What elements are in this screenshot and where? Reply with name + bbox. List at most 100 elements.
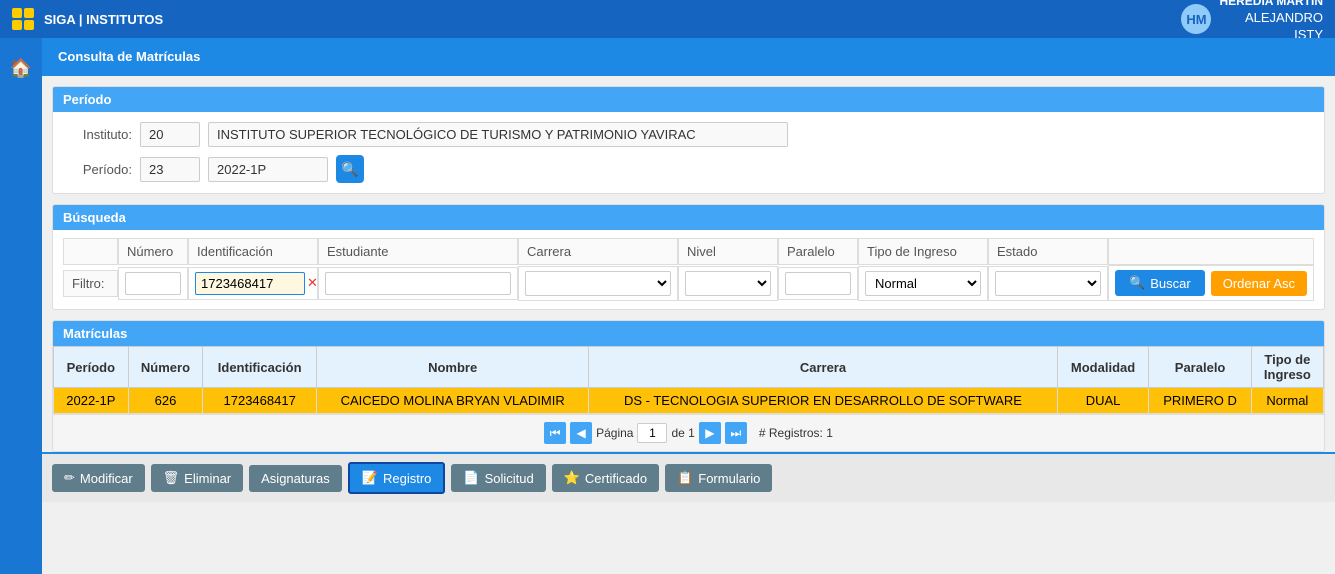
filter-col-actions: [1108, 238, 1314, 265]
mat-col-modalidad: Modalidad: [1057, 347, 1149, 388]
doc-icon: 📄: [463, 470, 479, 486]
table-cell: 2022-1P: [54, 388, 129, 414]
filter-header-row: Número Identificación Estudiante Carrera…: [63, 238, 1314, 265]
filter-estado-select[interactable]: [995, 271, 1101, 296]
filter-col-estudiante: Estudiante: [318, 238, 518, 265]
table-row[interactable]: 2022-1P6261723468417CAICEDO MOLINA BRYAN…: [54, 388, 1324, 414]
modificar-button[interactable]: ✏ Modificar: [52, 464, 145, 492]
sidebar: 🏠: [0, 38, 42, 574]
mat-col-nombre: Nombre: [317, 347, 589, 388]
filter-nivel-select[interactable]: [685, 271, 771, 296]
app-title-area: SIGA | INSTITUTOS: [12, 8, 163, 30]
filter-col-paralelo: Paralelo: [778, 238, 858, 265]
mat-col-tipo-ingreso: Tipo deIngreso: [1251, 347, 1323, 388]
pag-of-label: de 1: [671, 426, 694, 440]
filter-numero-input[interactable]: [125, 272, 181, 295]
user-name: HEREDIA MARTIN: [1219, 0, 1323, 10]
filter-col-nivel: Nivel: [678, 238, 778, 265]
mat-col-carrera: Carrera: [589, 347, 1057, 388]
filter-col-carrera: Carrera: [518, 238, 678, 265]
user-subtitle: ALEJANDRO: [1219, 10, 1323, 27]
identificacion-wrapper: ✕: [195, 272, 318, 295]
certificado-button[interactable]: ⭐ Certificado: [552, 464, 659, 492]
filter-col-tipoing: Tipo de Ingreso: [858, 238, 988, 265]
filter-estado-cell: [988, 266, 1108, 301]
eliminar-button[interactable]: 🗑 Eliminar: [151, 464, 243, 492]
formulario-button[interactable]: 📋 Formulario: [665, 464, 772, 492]
table-cell: 626: [128, 388, 203, 414]
periodo-label: Período:: [67, 162, 132, 177]
instituto-label: Instituto:: [67, 127, 132, 142]
search-icon: 🔍: [1129, 275, 1145, 291]
pag-registros-label: # Registros: 1: [759, 426, 833, 440]
instituto-name: INSTITUTO SUPERIOR TECNOLÓGICO DE TURISM…: [208, 122, 788, 147]
matriculas-section-header: Matrículas: [53, 321, 1324, 346]
mat-table-header-row: Período Número Identificación Nombre Car…: [54, 347, 1324, 388]
pag-last-button[interactable]: ⏭: [725, 422, 747, 444]
form-icon: 📋: [677, 470, 693, 486]
filter-tipoing-select[interactable]: Normal -- Todos --: [865, 271, 981, 296]
filter-tipoing-cell: Normal -- Todos --: [858, 266, 988, 301]
trash-icon: 🗑: [163, 470, 180, 486]
asignaturas-button[interactable]: Asignaturas: [249, 465, 342, 492]
mat-col-paralelo: Paralelo: [1149, 347, 1251, 388]
periodo-value: 2022-1P: [208, 157, 328, 182]
filter-input-row: Filtro: ✕: [63, 265, 1314, 301]
filter-paralelo-input[interactable]: [785, 272, 851, 295]
mat-table-body: 2022-1P6261723468417CAICEDO MOLINA BRYAN…: [54, 388, 1324, 414]
pag-first-button[interactable]: ⏮: [544, 422, 566, 444]
mat-col-periodo: Período: [54, 347, 129, 388]
pag-prev-button[interactable]: ◀: [570, 422, 592, 444]
busqueda-section: Búsqueda Número Identificación Estudiant…: [52, 204, 1325, 310]
page-title: Consulta de Matrículas: [42, 38, 1335, 76]
table-cell: 1723468417: [203, 388, 317, 414]
matriculas-table: Período Número Identificación Nombre Car…: [53, 346, 1324, 414]
instituto-code: 20: [140, 122, 200, 147]
periodo-section-body: Instituto: 20 INSTITUTO SUPERIOR TECNOLÓ…: [53, 112, 1324, 193]
filter-identificacion-input[interactable]: [195, 272, 305, 295]
filter-action-cell: 🔍 Buscar Ordenar Asc: [1108, 265, 1314, 301]
pagination-bar: ⏮ ◀ Página de 1 ▶ ⏭ # Registros: 1: [53, 414, 1324, 451]
mat-col-numero: Número: [128, 347, 203, 388]
instituto-row: Instituto: 20 INSTITUTO SUPERIOR TECNOLÓ…: [67, 122, 1310, 147]
mat-col-identificacion: Identificación: [203, 347, 317, 388]
periodo-search-button[interactable]: 🔍: [336, 155, 364, 183]
layout: 🏠 Consulta de Matrículas Período Institu…: [0, 38, 1335, 574]
filter-estudiante-input[interactable]: [325, 272, 511, 295]
filter-identificacion-cell: ✕: [188, 267, 318, 300]
filter-numero-cell: [118, 267, 188, 300]
cert-icon: ⭐: [564, 470, 580, 486]
table-cell: CAICEDO MOLINA BRYAN VLADIMIR: [317, 388, 589, 414]
filter-estudiante-cell: [318, 267, 518, 300]
solicitud-button[interactable]: 📄 Solicitud: [451, 464, 545, 492]
filter-nivel-cell: [678, 266, 778, 301]
edit-icon: 📝: [362, 470, 378, 486]
periodo-row: Período: 23 2022-1P 🔍: [67, 155, 1310, 183]
registro-button[interactable]: 📝 Registro: [348, 462, 446, 494]
busqueda-section-body: Número Identificación Estudiante Carrera…: [53, 230, 1324, 309]
periodo-section-header: Período: [53, 87, 1324, 112]
filter-col-estado: Estado: [988, 238, 1108, 265]
main-content: Consulta de Matrículas Período Instituto…: [42, 38, 1335, 574]
filtro-label: Filtro:: [63, 270, 118, 297]
top-bar: SIGA | INSTITUTOS HM HEREDIA MARTIN ALEJ…: [0, 0, 1335, 38]
identificacion-clear-button[interactable]: ✕: [307, 275, 318, 291]
matriculas-table-wrapper: Período Número Identificación Nombre Car…: [53, 346, 1324, 451]
table-cell: DS - TECNOLOGIA SUPERIOR EN DESARROLLO D…: [589, 388, 1057, 414]
buscar-button[interactable]: 🔍 Buscar: [1115, 270, 1205, 296]
pag-page-label: Página: [596, 426, 633, 440]
home-icon[interactable]: 🏠: [2, 50, 40, 87]
pag-next-button[interactable]: ▶: [699, 422, 721, 444]
pencil-icon: ✏: [64, 470, 75, 486]
filter-carrera-cell: [518, 266, 678, 301]
table-cell: DUAL: [1057, 388, 1149, 414]
sort-button[interactable]: Ordenar Asc: [1211, 271, 1307, 296]
filter-carrera-select[interactable]: [525, 271, 671, 296]
table-cell: Normal: [1251, 388, 1323, 414]
periodo-code: 23: [140, 157, 200, 182]
action-bar: ✏ Modificar 🗑 Eliminar Asignaturas 📝 Reg…: [42, 452, 1335, 502]
app-title: SIGA | INSTITUTOS: [44, 12, 163, 27]
filter-col-identificacion: Identificación: [188, 238, 318, 265]
busqueda-section-header: Búsqueda: [53, 205, 1324, 230]
pag-page-input[interactable]: [637, 423, 667, 443]
